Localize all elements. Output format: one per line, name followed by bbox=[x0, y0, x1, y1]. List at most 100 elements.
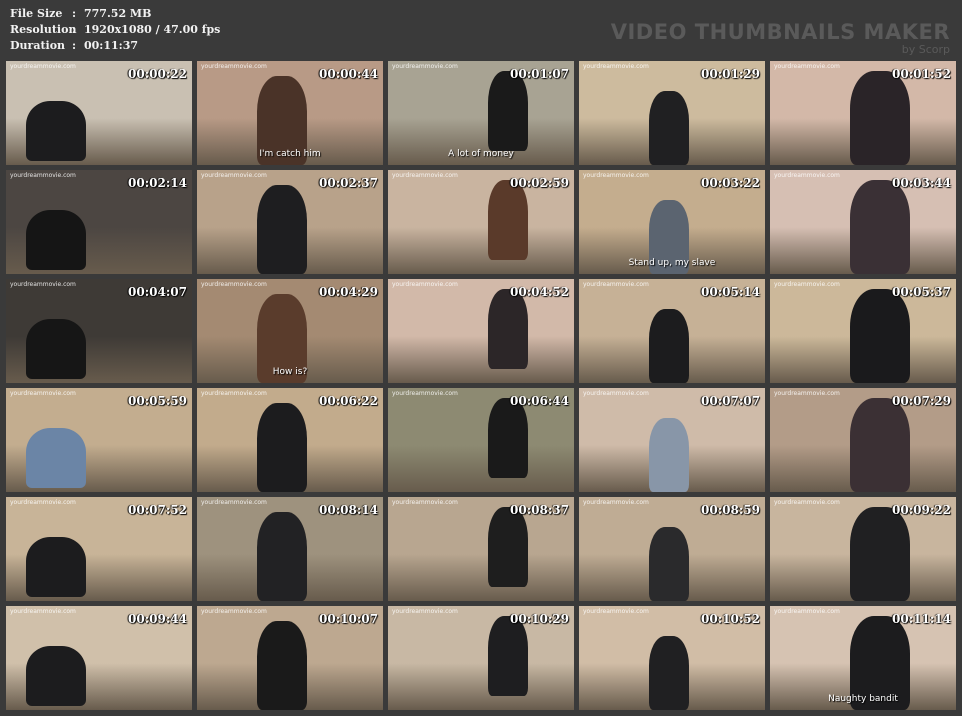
timestamp: 00:07:29 bbox=[892, 394, 951, 408]
thumbnail[interactable]: yourdreammovie.com 00:08:37 bbox=[388, 497, 574, 601]
watermark: yourdreammovie.com bbox=[201, 608, 267, 615]
watermark: yourdreammovie.com bbox=[201, 172, 267, 179]
thumbnail-figure bbox=[850, 289, 910, 383]
watermark: yourdreammovie.com bbox=[774, 608, 840, 615]
thumbnail[interactable]: yourdreammovie.com 00:04:29 How is? bbox=[197, 279, 383, 383]
thumbnail-figure bbox=[649, 527, 689, 601]
thumbnail[interactable]: yourdreammovie.com 00:05:59 bbox=[6, 388, 192, 492]
watermark: yourdreammovie.com bbox=[583, 63, 649, 70]
header: File Size : 777.52 MB Resolution : 1920x… bbox=[0, 0, 962, 60]
thumbnail-figure bbox=[26, 646, 86, 706]
thumbnail[interactable]: yourdreammovie.com 00:07:29 bbox=[770, 388, 956, 492]
watermark: yourdreammovie.com bbox=[392, 390, 458, 397]
thumbnail-figure bbox=[649, 418, 689, 492]
watermark: yourdreammovie.com bbox=[774, 172, 840, 179]
subtitle: Stand up, my slave bbox=[628, 258, 716, 268]
thumbnail-figure bbox=[257, 403, 307, 492]
thumbnail[interactable]: yourdreammovie.com 00:08:14 bbox=[197, 497, 383, 601]
watermark: yourdreammovie.com bbox=[201, 63, 267, 70]
thumbnail[interactable]: yourdreammovie.com 00:02:14 bbox=[6, 170, 192, 274]
thumbnail-figure bbox=[649, 636, 689, 710]
brand-subtitle: by Scorp bbox=[901, 43, 950, 56]
thumbnail[interactable]: yourdreammovie.com 00:05:37 bbox=[770, 279, 956, 383]
resolution-row: Resolution : 1920x1080 / 47.00 fps bbox=[10, 22, 220, 38]
thumbnail[interactable]: yourdreammovie.com 00:04:52 bbox=[388, 279, 574, 383]
subtitle: Naughty bandit bbox=[828, 694, 898, 704]
watermark: yourdreammovie.com bbox=[774, 63, 840, 70]
thumbnail-figure bbox=[850, 507, 910, 601]
thumbnail[interactable]: yourdreammovie.com 00:02:59 bbox=[388, 170, 574, 274]
duration-value: 00:11:37 bbox=[84, 39, 139, 52]
thumbnail-grid: yourdreammovie.com 00:00:22 yourdreammovie… bbox=[6, 61, 956, 710]
thumbnail[interactable]: yourdreammovie.com 00:01:29 bbox=[579, 61, 765, 165]
thumbnail-figure bbox=[850, 398, 910, 492]
thumbnail[interactable]: yourdreammovie.com 00:11:14 Naughty bandit bbox=[770, 606, 956, 710]
thumbnail[interactable]: yourdreammovie.com 00:10:52 bbox=[579, 606, 765, 710]
thumbnail-figure bbox=[257, 185, 307, 274]
timestamp: 00:01:07 bbox=[510, 67, 569, 81]
thumbnail[interactable]: yourdreammovie.com 00:10:07 bbox=[197, 606, 383, 710]
timestamp: 00:08:37 bbox=[510, 503, 569, 517]
timestamp: 00:01:29 bbox=[701, 67, 760, 81]
thumbnail-figure bbox=[488, 71, 528, 151]
subtitle: I'm catch him bbox=[259, 149, 321, 159]
thumbnail[interactable]: yourdreammovie.com 00:07:52 bbox=[6, 497, 192, 601]
thumbnail[interactable]: yourdreammovie.com 00:03:44 bbox=[770, 170, 956, 274]
thumbnail[interactable]: yourdreammovie.com 00:09:44 bbox=[6, 606, 192, 710]
resolution-label: Resolution bbox=[10, 23, 77, 36]
watermark: yourdreammovie.com bbox=[10, 63, 76, 70]
watermark: yourdreammovie.com bbox=[392, 499, 458, 506]
timestamp: 00:10:07 bbox=[319, 612, 378, 626]
timestamp: 00:04:29 bbox=[319, 285, 378, 299]
timestamp: 00:00:44 bbox=[319, 67, 378, 81]
timestamp: 00:06:22 bbox=[319, 394, 378, 408]
watermark: yourdreammovie.com bbox=[392, 63, 458, 70]
watermark: yourdreammovie.com bbox=[10, 172, 76, 179]
watermark: yourdreammovie.com bbox=[583, 281, 649, 288]
brand-logo: VIDEO THUMBNAILS MAKER by Scorp bbox=[611, 20, 950, 56]
thumbnail[interactable]: yourdreammovie.com 00:00:44 I'm catch him bbox=[197, 61, 383, 165]
separator: : bbox=[72, 39, 77, 52]
watermark: yourdreammovie.com bbox=[10, 499, 76, 506]
thumbnail[interactable]: yourdreammovie.com 00:07:07 bbox=[579, 388, 765, 492]
thumbnail[interactable]: yourdreammovie.com 00:06:22 bbox=[197, 388, 383, 492]
thumbnail[interactable]: yourdreammovie.com 00:10:29 bbox=[388, 606, 574, 710]
thumbnail[interactable]: yourdreammovie.com 00:04:07 bbox=[6, 279, 192, 383]
timestamp: 00:05:59 bbox=[128, 394, 187, 408]
thumbnail[interactable]: yourdreammovie.com 00:06:44 bbox=[388, 388, 574, 492]
watermark: yourdreammovie.com bbox=[392, 281, 458, 288]
timestamp: 00:04:52 bbox=[510, 285, 569, 299]
thumbnail[interactable]: yourdreammovie.com 00:03:22 Stand up, my s… bbox=[579, 170, 765, 274]
timestamp: 00:08:14 bbox=[319, 503, 378, 517]
watermark: yourdreammovie.com bbox=[10, 390, 76, 397]
file-size-row: File Size : 777.52 MB bbox=[10, 6, 220, 22]
subtitle: A lot of money bbox=[448, 149, 514, 159]
watermark: yourdreammovie.com bbox=[774, 499, 840, 506]
thumbnail-figure bbox=[26, 319, 86, 379]
subtitle: How is? bbox=[272, 367, 308, 377]
thumbnail-figure bbox=[488, 398, 528, 478]
thumbnail-figure bbox=[257, 621, 307, 710]
timestamp: 00:10:52 bbox=[701, 612, 760, 626]
thumbnail-figure bbox=[488, 507, 528, 587]
thumbnail[interactable]: yourdreammovie.com 00:01:07 A lot of money bbox=[388, 61, 574, 165]
timestamp: 00:09:44 bbox=[128, 612, 187, 626]
timestamp: 00:03:22 bbox=[701, 176, 760, 190]
duration-row: Duration : 00:11:37 bbox=[10, 38, 220, 54]
timestamp: 00:07:07 bbox=[701, 394, 760, 408]
thumbnail[interactable]: yourdreammovie.com 00:01:52 bbox=[770, 61, 956, 165]
thumbnail[interactable]: yourdreammovie.com 00:08:59 bbox=[579, 497, 765, 601]
watermark: yourdreammovie.com bbox=[583, 499, 649, 506]
timestamp: 00:02:14 bbox=[128, 176, 187, 190]
thumbnail[interactable]: yourdreammovie.com 00:00:22 bbox=[6, 61, 192, 165]
timestamp: 00:05:37 bbox=[892, 285, 951, 299]
thumbnail[interactable]: yourdreammovie.com 00:05:14 bbox=[579, 279, 765, 383]
thumbnail-figure bbox=[26, 537, 86, 597]
thumbnail-figure bbox=[488, 180, 528, 260]
thumbnail[interactable]: yourdreammovie.com 00:02:37 bbox=[197, 170, 383, 274]
thumbnail-figure bbox=[649, 309, 689, 383]
thumbnail[interactable]: yourdreammovie.com 00:09:22 bbox=[770, 497, 956, 601]
watermark: yourdreammovie.com bbox=[392, 172, 458, 179]
thumbnail-figure bbox=[26, 428, 86, 488]
thumbnail-figure bbox=[26, 210, 86, 270]
